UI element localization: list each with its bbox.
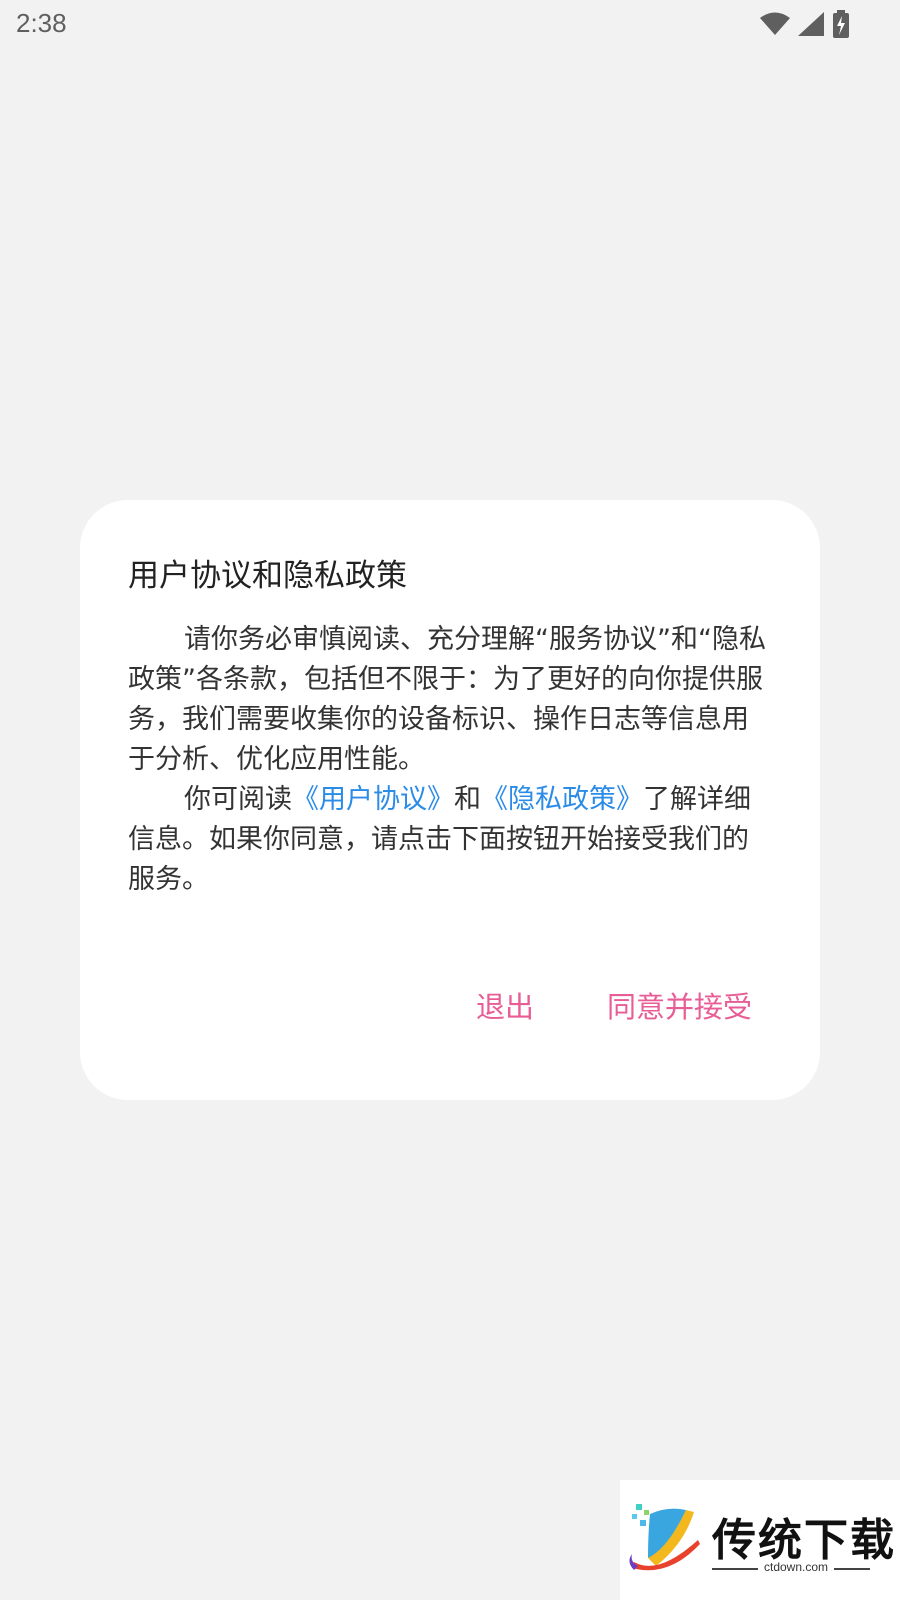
- privacy-dialog: 用户协议和隐私政策 请你务必审慎阅读、充分理解“服务协议”和“隐私政策”各条款，…: [80, 500, 820, 1100]
- agree-accept-button[interactable]: 同意并接受: [607, 984, 752, 1026]
- watermark-logo-icon: [628, 1504, 704, 1578]
- watermark: 传统下载 ctdown.com: [620, 1480, 900, 1600]
- status-bar: 2:38: [0, 0, 900, 50]
- dialog-body: 请你务必审慎阅读、充分理解“服务协议”和“隐私政策”各条款，包括但不限于：为了更…: [128, 620, 768, 900]
- watermark-domain: ctdown.com: [758, 1560, 835, 1574]
- wifi-icon: [760, 12, 790, 40]
- watermark-title: 传统下载: [712, 1515, 896, 1566]
- battery-charging-icon: [832, 10, 850, 42]
- paragraph-2-prefix: 你可阅读: [184, 784, 292, 815]
- status-icons: [760, 10, 850, 42]
- status-time: 2:38: [16, 8, 67, 38]
- dialog-title: 用户协议和隐私政策: [128, 558, 407, 594]
- user-agreement-link[interactable]: 《用户协议》: [292, 784, 454, 815]
- dialog-paragraph-1: 请你务必审慎阅读、充分理解“服务协议”和“隐私政策”各条款，包括但不限于：为了更…: [128, 624, 766, 775]
- exit-button[interactable]: 退出: [476, 984, 534, 1026]
- paragraph-2-middle: 和: [454, 784, 481, 815]
- signal-icon: [798, 12, 824, 40]
- dialog-actions: 退出 同意并接受: [80, 984, 820, 1034]
- dialog-paragraph-2: 你可阅读《用户协议》和《隐私政策》了解详细信息。如果你同意，请点击下面按钮开始接…: [128, 780, 768, 900]
- privacy-policy-link[interactable]: 《隐私政策》: [481, 784, 643, 815]
